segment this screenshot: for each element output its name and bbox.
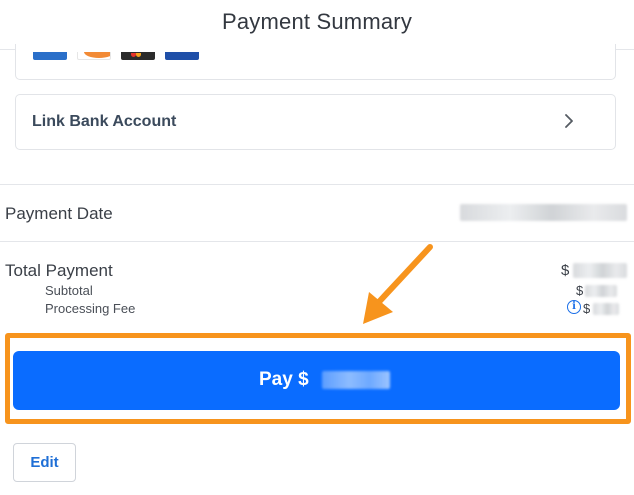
arrow-annotation-icon [363,244,433,324]
subtotal-value-redacted [585,285,617,297]
processing-fee-value-redacted [593,303,619,315]
fee-currency-symbol: $ [583,301,591,316]
divider [0,184,634,185]
page-title: Payment Summary [221,9,413,34]
payment-date-value-redacted [460,204,627,221]
discover-icon [77,52,111,60]
subtotal-label: Subtotal [45,283,93,298]
link-bank-account-label: Link Bank Account [32,113,177,130]
card-options-panel[interactable] [15,44,616,80]
total-currency-symbol: $ [561,262,570,279]
header-bar: Payment Summary [0,0,634,50]
visa-icon [165,52,199,60]
amex-icon [33,52,67,60]
total-payment-value-redacted [573,263,627,278]
processing-fee-label: Processing Fee [45,301,136,316]
pay-button[interactable]: Pay $ [13,351,620,410]
payment-date-label: Payment Date [5,204,113,223]
subtotal-currency-symbol: $ [576,283,584,298]
divider [0,241,634,242]
total-payment-label: Total Payment [5,261,113,280]
mastercard-icon [121,52,155,60]
edit-button[interactable]: Edit [13,443,76,482]
pay-button-label: Pay $ [259,369,309,390]
pay-amount-redacted [322,371,390,389]
link-bank-account-row[interactable]: Link Bank Account [15,94,616,150]
chevron-right-icon [565,114,573,128]
info-icon[interactable]: i [567,300,581,314]
